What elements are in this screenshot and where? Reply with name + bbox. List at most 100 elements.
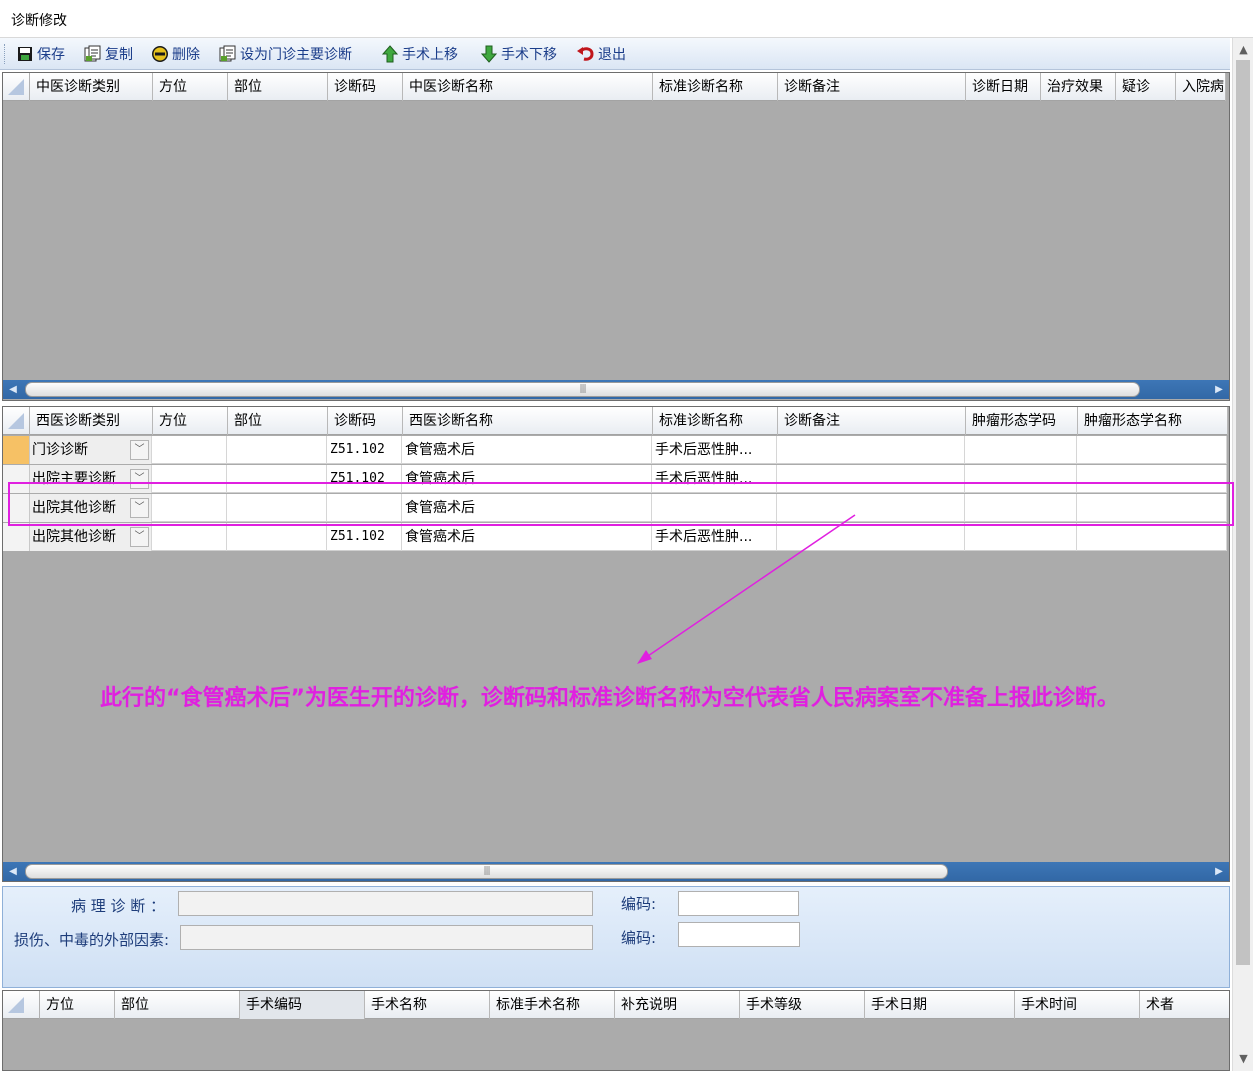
site-cell[interactable] bbox=[227, 494, 327, 522]
diagnosis-category-select[interactable]: 出院主要诊断 ﹀ bbox=[30, 465, 152, 493]
note-cell[interactable] bbox=[777, 523, 965, 551]
chevron-down-icon[interactable]: ﹀ bbox=[130, 440, 149, 460]
move-down-button[interactable]: 手术下移 bbox=[480, 43, 557, 65]
tcm-col-header[interactable]: 中医诊断名称 bbox=[403, 73, 653, 101]
standard-name-cell[interactable]: 手术后恶性肿... bbox=[652, 523, 777, 551]
select-all-corner[interactable] bbox=[3, 73, 30, 101]
morphology-code-cell[interactable] bbox=[965, 465, 1077, 493]
note-cell[interactable] bbox=[777, 436, 965, 464]
morphology-name-cell[interactable] bbox=[1077, 494, 1227, 522]
note-cell[interactable] bbox=[777, 465, 965, 493]
table-row[interactable]: 出院其他诊断 ﹀ Z51.102 食管癌术后 手术后恶性肿... bbox=[3, 523, 1227, 551]
diagnosis-code-cell[interactable]: Z51.102 bbox=[327, 436, 402, 464]
scroll-down-icon[interactable]: ▼ bbox=[1233, 1049, 1253, 1069]
diagnosis-code-cell[interactable]: Z51.102 bbox=[327, 523, 402, 551]
tcm-col-header[interactable]: 诊断码 bbox=[328, 73, 403, 101]
morphology-name-cell[interactable] bbox=[1077, 523, 1227, 551]
diagnosis-category-select[interactable]: 出院其他诊断 ﹀ bbox=[30, 523, 152, 551]
row-header[interactable] bbox=[3, 465, 30, 493]
set-main-diagnosis-button[interactable]: 设为门诊主要诊断 bbox=[219, 43, 352, 65]
select-all-corner[interactable] bbox=[3, 991, 40, 1019]
surgery-col-header[interactable]: 方位 bbox=[40, 991, 115, 1019]
diagnosis-name-cell[interactable]: 食管癌术后 bbox=[402, 436, 652, 464]
diagnosis-code-cell[interactable] bbox=[327, 494, 402, 522]
surgery-col-header[interactable]: 手术名称 bbox=[365, 991, 490, 1019]
table-row[interactable]: 出院其他诊断 ﹀ 食管癌术后 bbox=[3, 494, 1227, 522]
surgery-col-header[interactable]: 手术日期 bbox=[865, 991, 1015, 1019]
row-header[interactable] bbox=[3, 494, 30, 522]
scroll-right-icon[interactable]: ▶ bbox=[1209, 380, 1229, 399]
morphology-name-cell[interactable] bbox=[1077, 436, 1227, 464]
row-header-selected[interactable] bbox=[3, 436, 30, 464]
wm-col-header[interactable]: 诊断码 bbox=[328, 407, 403, 435]
morphology-name-cell[interactable] bbox=[1077, 465, 1227, 493]
morphology-code-cell[interactable] bbox=[965, 436, 1077, 464]
morphology-code-cell[interactable] bbox=[965, 523, 1077, 551]
wm-col-header[interactable]: 肿瘤形态学名称 bbox=[1078, 407, 1228, 435]
diagnosis-name-cell[interactable]: 食管癌术后 bbox=[402, 523, 652, 551]
position-cell[interactable] bbox=[152, 523, 227, 551]
vertical-scrollbar[interactable]: ▲ ▼ bbox=[1232, 38, 1253, 1071]
tcm-col-header[interactable]: 诊断备注 bbox=[778, 73, 966, 101]
position-cell[interactable] bbox=[152, 494, 227, 522]
injury-input[interactable] bbox=[180, 925, 593, 950]
standard-name-cell[interactable]: 手术后恶性肿... bbox=[652, 465, 777, 493]
wm-col-header[interactable]: 部位 bbox=[228, 407, 328, 435]
save-button[interactable]: 保存 bbox=[16, 43, 65, 65]
tcm-col-header[interactable]: 部位 bbox=[228, 73, 328, 101]
site-cell[interactable] bbox=[227, 465, 327, 493]
scroll-left-icon[interactable]: ◀ bbox=[3, 380, 23, 399]
scroll-right-icon[interactable]: ▶ bbox=[1209, 862, 1229, 881]
wm-horizontal-scroll-thumb[interactable]: ||| bbox=[25, 864, 948, 879]
exit-button[interactable]: 退出 bbox=[577, 43, 626, 65]
surgery-col-header[interactable]: 手术等级 bbox=[740, 991, 865, 1019]
diagnosis-name-cell[interactable]: 食管癌术后 bbox=[402, 494, 652, 522]
pathology-code-input[interactable] bbox=[678, 891, 799, 916]
surgery-col-header[interactable]: 部位 bbox=[115, 991, 240, 1019]
scroll-left-icon[interactable]: ◀ bbox=[3, 862, 23, 881]
standard-name-cell[interactable] bbox=[652, 494, 777, 522]
note-cell[interactable] bbox=[777, 494, 965, 522]
wm-col-header[interactable]: 西医诊断名称 bbox=[403, 407, 653, 435]
tcm-col-header[interactable]: 疑诊 bbox=[1116, 73, 1176, 101]
site-cell[interactable] bbox=[227, 523, 327, 551]
row-header[interactable] bbox=[3, 523, 30, 551]
tcm-col-header[interactable]: 标准诊断名称 bbox=[653, 73, 778, 101]
diagnosis-category-select[interactable]: 门诊诊断 ﹀ bbox=[30, 436, 152, 464]
toolbar-grip[interactable] bbox=[4, 44, 7, 64]
position-cell[interactable] bbox=[152, 465, 227, 493]
surgery-col-header[interactable]: 标准手术名称 bbox=[490, 991, 615, 1019]
chevron-down-icon[interactable]: ﹀ bbox=[130, 498, 149, 518]
delete-button[interactable]: 删除 bbox=[151, 43, 200, 65]
wm-col-header[interactable]: 方位 bbox=[153, 407, 228, 435]
morphology-code-cell[interactable] bbox=[965, 494, 1077, 522]
tcm-col-header[interactable]: 方位 bbox=[153, 73, 228, 101]
tcm-horizontal-scrollbar[interactable]: ◀ ||| ▶ bbox=[3, 380, 1229, 399]
surgery-col-header[interactable]: 补充说明 bbox=[615, 991, 740, 1019]
wm-horizontal-scrollbar[interactable]: ◀ ||| ▶ bbox=[3, 862, 1229, 881]
chevron-down-icon[interactable]: ﹀ bbox=[130, 469, 149, 489]
wm-col-header[interactable]: 西医诊断类别 bbox=[30, 407, 153, 435]
tcm-col-header[interactable]: 中医诊断类别 bbox=[30, 73, 153, 101]
scroll-up-icon[interactable]: ▲ bbox=[1233, 40, 1253, 60]
diagnosis-code-cell[interactable]: Z51.102 bbox=[327, 465, 402, 493]
surgery-col-header[interactable]: 手术时间 bbox=[1015, 991, 1140, 1019]
surgery-col-header[interactable]: 手术编码 bbox=[240, 991, 365, 1019]
tcm-horizontal-scroll-thumb[interactable]: ||| bbox=[25, 382, 1140, 397]
tcm-col-header[interactable]: 治疗效果 bbox=[1041, 73, 1116, 101]
wm-col-header[interactable]: 标准诊断名称 bbox=[653, 407, 778, 435]
tcm-col-header[interactable]: 诊断日期 bbox=[966, 73, 1041, 101]
diagnosis-name-cell[interactable]: 食管癌术后 bbox=[402, 465, 652, 493]
pathology-input[interactable] bbox=[178, 891, 593, 916]
diagnosis-category-select[interactable]: 出院其他诊断 ﹀ bbox=[30, 494, 152, 522]
wm-col-header[interactable]: 诊断备注 bbox=[778, 407, 966, 435]
standard-name-cell[interactable]: 手术后恶性肿... bbox=[652, 436, 777, 464]
chevron-down-icon[interactable]: ﹀ bbox=[130, 527, 149, 547]
position-cell[interactable] bbox=[152, 436, 227, 464]
table-row[interactable]: 门诊诊断 ﹀ Z51.102 食管癌术后 手术后恶性肿... bbox=[3, 436, 1227, 464]
injury-code-input[interactable] bbox=[678, 922, 800, 947]
wm-col-header[interactable]: 肿瘤形态学码 bbox=[966, 407, 1078, 435]
table-row[interactable]: 出院主要诊断 ﹀ Z51.102 食管癌术后 手术后恶性肿... bbox=[3, 465, 1227, 493]
move-up-button[interactable]: 手术上移 bbox=[381, 43, 458, 65]
surgery-col-header[interactable]: 术者 bbox=[1140, 991, 1229, 1019]
